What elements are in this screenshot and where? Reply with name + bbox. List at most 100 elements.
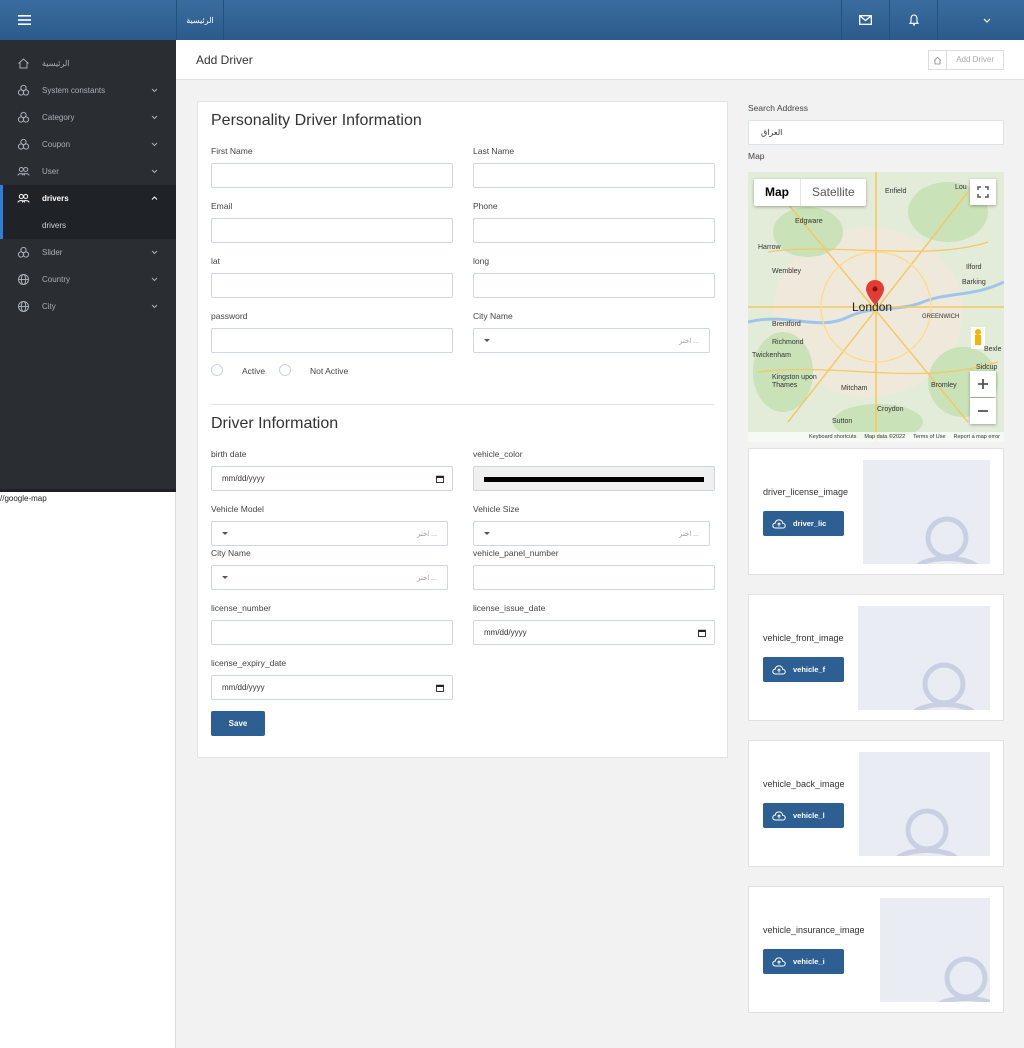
sidebar-item-user[interactable]: User xyxy=(0,158,176,185)
email-input[interactable] xyxy=(211,218,453,243)
license-number-input[interactable] xyxy=(211,620,453,645)
map-place: Wembley xyxy=(772,268,802,275)
upload-button[interactable]: vehicle_i xyxy=(763,949,844,974)
upload-button-label: driver_lic xyxy=(793,519,827,528)
select-placeholder: اختر ... xyxy=(416,531,437,538)
vehicle-color-label: vehicle_color xyxy=(473,449,523,459)
select-placeholder: اختر ... xyxy=(416,575,437,582)
calendar-icon xyxy=(698,629,706,637)
license-issue-date-label: license_issue_date xyxy=(473,603,546,613)
fullscreen-icon xyxy=(977,186,989,198)
sidebar-item-label: Country xyxy=(42,275,71,284)
sidebar-item-home[interactable]: الرئيسية xyxy=(0,50,176,77)
last-name-input[interactable] xyxy=(473,163,715,188)
cloud-upload-icon xyxy=(772,810,786,820)
caret-down-icon xyxy=(484,339,490,342)
hamburger-icon xyxy=(17,15,31,25)
map-place: Lou xyxy=(955,184,967,191)
vehicle-model-label: Vehicle Model xyxy=(211,504,264,514)
phone-input[interactable] xyxy=(473,218,715,243)
not-active-radio[interactable] xyxy=(279,364,291,376)
zoom-out-button[interactable] xyxy=(970,398,996,424)
map-place: Richmond xyxy=(772,339,804,346)
upload-button[interactable]: vehicle_f xyxy=(763,657,844,682)
zoom-in-button[interactable] xyxy=(970,371,996,397)
vehicle-panel-number-input[interactable] xyxy=(473,565,715,590)
map-place: GREENWICH xyxy=(922,314,960,320)
avatar-placeholder-icon xyxy=(938,956,990,1002)
date-placeholder: mm/dd/yyyy xyxy=(222,683,265,692)
top-bar: الرئيسية xyxy=(0,0,1024,40)
upload-button[interactable]: vehicle_l xyxy=(763,803,844,828)
chevron-down-icon xyxy=(151,88,158,93)
sidebar-item-label: Category xyxy=(42,113,75,122)
globe-icon xyxy=(18,274,29,285)
vehicle-model-select[interactable]: اختر ... xyxy=(211,521,448,546)
report-error-link[interactable]: Report a map error xyxy=(954,434,1000,440)
map-place: Sidcup xyxy=(976,364,998,371)
sidebar-item-drivers[interactable]: drivers xyxy=(0,185,176,212)
active-radio[interactable] xyxy=(211,364,223,376)
birth-date-input[interactable]: mm/dd/yyyy xyxy=(211,466,453,491)
sidebar-item-slider[interactable]: Slider xyxy=(0,239,176,266)
sidebar-item-category[interactable]: Category xyxy=(0,104,176,131)
sidebar-item-city[interactable]: City xyxy=(0,293,176,320)
chevron-down-icon xyxy=(151,250,158,255)
vehicle-size-select[interactable]: اختر ... xyxy=(473,521,710,546)
sidebar-item-coupon[interactable]: Coupon xyxy=(0,131,176,158)
hamburger-menu-button[interactable] xyxy=(0,0,48,40)
breadcrumb-home-link[interactable] xyxy=(929,51,948,69)
google-map[interactable]: Enfield Edgware Harrow Wembley Ilford Ba… xyxy=(748,172,1004,442)
notifications-button[interactable] xyxy=(889,0,937,40)
user-dropdown-button[interactable] xyxy=(937,0,1024,40)
map-footer: Keyboard shortcuts Map data ©2022 Terms … xyxy=(748,432,1004,442)
brand-home-link[interactable]: الرئيسية xyxy=(176,0,224,40)
save-button[interactable]: Save xyxy=(211,711,265,736)
vehicle-color-picker[interactable] xyxy=(473,466,715,491)
map-place: Harrow xyxy=(758,244,781,251)
license-number-label: license_number xyxy=(211,603,272,613)
sidebar-subitem-drivers[interactable]: drivers xyxy=(0,212,176,239)
users-icon xyxy=(17,194,30,203)
minus-icon xyxy=(978,410,988,412)
active-label: Active xyxy=(242,366,266,376)
license-expiry-date-input[interactable]: mm/dd/yyyy xyxy=(211,675,453,700)
map-label: Map xyxy=(748,151,765,161)
keyboard-shortcuts-link[interactable]: Keyboard shortcuts xyxy=(809,434,856,440)
map-tab-satellite[interactable]: Satellite xyxy=(800,179,866,206)
upload-label: vehicle_insurance_image xyxy=(763,925,865,935)
phone-label: Phone xyxy=(473,201,498,211)
sidebar: الرئيسية System constants Category Coupo… xyxy=(0,40,176,492)
long-input[interactable] xyxy=(473,273,715,298)
boxes-icon xyxy=(17,84,30,96)
messages-button[interactable] xyxy=(841,0,889,40)
fullscreen-button[interactable] xyxy=(970,179,996,205)
first-name-input[interactable] xyxy=(211,163,453,188)
lat-input[interactable] xyxy=(211,273,453,298)
sidebar-item-system-constants[interactable]: System constants xyxy=(0,77,176,104)
cloud-upload-icon xyxy=(772,956,786,966)
caret-down-icon xyxy=(484,532,490,535)
select-placeholder: اختر ... xyxy=(678,531,699,538)
map-place: Enfield xyxy=(885,188,907,195)
password-input[interactable] xyxy=(211,328,453,353)
page-header: Add Driver Add Driver xyxy=(176,40,1024,80)
map-place: Bexle xyxy=(984,346,1002,353)
driver-form-card: Personality Driver Information First Nam… xyxy=(197,101,728,758)
driver-city-select[interactable]: اختر ... xyxy=(211,565,448,590)
city-name-select[interactable]: اختر ... xyxy=(473,328,710,353)
search-address-input[interactable]: العراق xyxy=(748,120,1004,145)
terms-link[interactable]: Terms of Use xyxy=(913,434,945,440)
upload-label: vehicle_back_image xyxy=(763,779,845,789)
date-placeholder: mm/dd/yyyy xyxy=(484,628,527,637)
home-icon xyxy=(18,58,29,69)
caret-down-icon xyxy=(222,532,228,535)
image-placeholder xyxy=(858,606,990,710)
sidebar-item-country[interactable]: Country xyxy=(0,266,176,293)
map-tab-map[interactable]: Map xyxy=(754,179,800,206)
upload-button[interactable]: driver_lic xyxy=(763,511,844,536)
section-title-personal: Personality Driver Information xyxy=(211,112,422,129)
license-issue-date-input[interactable]: mm/dd/yyyy xyxy=(473,620,715,645)
google-map-comment-text: //google-map xyxy=(0,494,47,503)
upload-card-vehicle-front: vehicle_front_image vehicle_f xyxy=(748,594,1004,721)
